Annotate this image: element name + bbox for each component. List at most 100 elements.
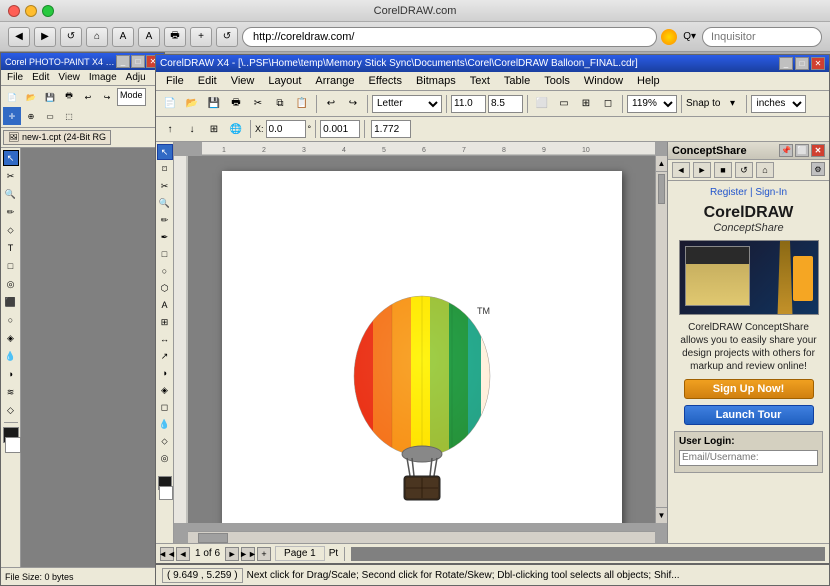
cdr-menu-window[interactable]: Window — [578, 73, 629, 89]
cpp-tool2[interactable]: ⊕ — [22, 107, 40, 125]
tb2-import[interactable]: ↑ — [160, 119, 180, 139]
cpp-menu-view[interactable]: View — [54, 71, 84, 84]
cpp-new-btn[interactable]: 📄 — [3, 88, 21, 106]
tb-paper-select[interactable]: Letter — [372, 95, 442, 113]
cs-signup-button[interactable]: Sign Up Now! — [684, 379, 814, 399]
cdr-maximize-btn[interactable]: □ — [795, 57, 809, 70]
tool-dimension[interactable]: ↔ — [157, 331, 173, 347]
cdr-close-btn[interactable]: ✕ — [811, 57, 825, 70]
cdr-menu-text[interactable]: Text — [464, 73, 496, 89]
tool-poly[interactable]: ⬡ — [157, 280, 173, 296]
cdr-menu-view[interactable]: View — [225, 73, 261, 89]
scroll-thumb[interactable] — [658, 174, 665, 204]
tb-redo[interactable]: ↪ — [343, 94, 363, 114]
page-next-btn[interactable]: ► — [225, 547, 239, 561]
cpp-tool3[interactable]: ▭ — [41, 107, 59, 125]
tool-colordrops[interactable]: 💧 — [157, 416, 173, 432]
cs-email-input[interactable] — [679, 450, 818, 466]
tb-width-input[interactable] — [451, 95, 486, 113]
tb-paste[interactable]: 📋 — [292, 94, 312, 114]
scroll-h-thumb[interactable] — [198, 533, 228, 543]
cdr-menu-layout[interactable]: Layout — [262, 73, 307, 89]
cdr-canvas-area[interactable]: 1 2 3 4 5 6 7 8 9 10 — [174, 142, 667, 543]
tb-landscape[interactable]: ▭ — [554, 94, 574, 114]
tb-cut[interactable]: ✂ — [248, 94, 268, 114]
cpp-maximize-btn[interactable]: □ — [131, 55, 145, 68]
cpp-tool-shape[interactable]: □ — [3, 258, 19, 274]
cpp-tool-dodge[interactable]: ○ — [3, 312, 19, 328]
tool-crop[interactable]: ✂ — [157, 178, 173, 194]
cpp-menu-image[interactable]: Image — [85, 71, 121, 84]
cpp-tool-zoom[interactable]: 🔍 — [3, 186, 19, 202]
tool-drop-shadow[interactable]: ◈ — [157, 382, 173, 398]
background-color-swatch[interactable] — [159, 486, 173, 500]
tb-undo[interactable]: ↩ — [321, 94, 341, 114]
cpp-canvas[interactable]: ↖ ✂ 🔍 ✏ ⬦ T □ ◎ ⬛ ○ ◈ 💧 ◑ ≋ ◇ — [1, 148, 164, 567]
cs-home-btn[interactable]: ⌂ — [756, 162, 774, 178]
tb-new[interactable]: 📄 — [160, 94, 180, 114]
page-prev-btn[interactable]: ◄ — [176, 547, 190, 561]
cdr-minimize-btn[interactable]: _ — [779, 57, 793, 70]
cpp-tool-eyedrop[interactable]: 💧 — [3, 348, 19, 364]
cs-close-btn[interactable]: ✕ — [811, 144, 825, 157]
nav-font-button[interactable]: A — [138, 27, 160, 47]
nav-back-button[interactable]: ◀ — [8, 27, 30, 47]
cpp-menu-file[interactable]: File — [3, 71, 27, 84]
tool-table[interactable]: ⊞ — [157, 314, 173, 330]
cs-refresh-btn[interactable]: ↺ — [735, 162, 753, 178]
cs-tour-button[interactable]: Launch Tour — [684, 405, 814, 425]
tb2-app[interactable]: ⊞ — [204, 119, 224, 139]
tool-smartdraw[interactable]: ✒ — [157, 229, 173, 245]
cpp-save-btn[interactable]: 💾 — [41, 88, 59, 106]
cdr-menu-effects[interactable]: Effects — [363, 73, 408, 89]
tb-portrait[interactable]: ⬜ — [532, 94, 552, 114]
tb2-export[interactable]: ↓ — [182, 119, 202, 139]
mac-minimize-button[interactable] — [25, 5, 37, 17]
tool-zoom[interactable]: 🔍 — [157, 195, 173, 211]
bookmark-icon[interactable] — [661, 29, 677, 45]
tool-connector[interactable]: ↗ — [157, 348, 173, 364]
cpp-tool-text[interactable]: T — [3, 240, 19, 256]
tool-fill[interactable]: ⬦ — [157, 433, 173, 449]
cpp-tool-brush[interactable]: ✏ — [3, 204, 19, 220]
horizontal-scrollbar[interactable] — [188, 531, 655, 543]
tb-print[interactable]: 🖶 — [226, 94, 246, 114]
nav-extra-button[interactable]: ↺ — [216, 27, 238, 47]
tb-object[interactable]: ◻ — [598, 94, 618, 114]
tb-units-select[interactable]: inches — [751, 95, 806, 113]
tb-height-input[interactable] — [488, 95, 523, 113]
cdr-menu-file[interactable]: File — [160, 73, 190, 89]
tb2-y-input[interactable] — [371, 120, 411, 138]
tool-blend[interactable]: ◑ — [157, 365, 173, 381]
cpp-mode-selector[interactable]: Mode — [117, 88, 146, 106]
tb2-nudge-input[interactable] — [320, 120, 360, 138]
cpp-select-tool[interactable]: ↖ — [3, 150, 19, 166]
cpp-tool4[interactable]: ⬚ — [60, 107, 78, 125]
cpp-undo-btn[interactable]: ↩ — [79, 88, 97, 106]
cpp-tool-clone[interactable]: ◎ — [3, 276, 19, 292]
tool-select[interactable]: ↖ — [157, 144, 173, 160]
url-input[interactable] — [242, 27, 657, 47]
cdr-menu-table[interactable]: Table — [498, 73, 536, 89]
cpp-redo-btn[interactable]: ↪ — [98, 88, 116, 106]
page-first-btn[interactable]: ◄◄ — [160, 547, 174, 561]
nav-refresh-button[interactable]: ↺ — [60, 27, 82, 47]
scroll-down-btn[interactable]: ▼ — [656, 507, 667, 523]
nav-forward-button[interactable]: ▶ — [34, 27, 56, 47]
tool-freehand[interactable]: ✏ — [157, 212, 173, 228]
tool-ellipse[interactable]: ○ — [157, 263, 173, 279]
cs-forward-btn[interactable]: ► — [693, 162, 711, 178]
page-last-btn[interactable]: ►► — [241, 547, 255, 561]
cpp-tool-sharpen[interactable]: ◇ — [3, 402, 19, 418]
tool-shape[interactable]: ⌑ — [157, 161, 173, 177]
cs-settings-btn[interactable]: ⚙ — [811, 162, 825, 176]
cs-stop-btn[interactable]: ■ — [714, 162, 732, 178]
cpp-background-color[interactable] — [5, 437, 21, 453]
cpp-tool-crop[interactable]: ✂ — [3, 168, 19, 184]
cpp-menu-edit[interactable]: Edit — [28, 71, 53, 84]
tb-copy[interactable]: ⧉ — [270, 94, 290, 114]
cpp-tool-fill[interactable]: ⬦ — [3, 222, 19, 238]
cdr-menu-tools[interactable]: Tools — [538, 73, 576, 89]
cs-pin-btn[interactable]: 📌 — [779, 144, 793, 157]
tb-grid[interactable]: ⊞ — [576, 94, 596, 114]
